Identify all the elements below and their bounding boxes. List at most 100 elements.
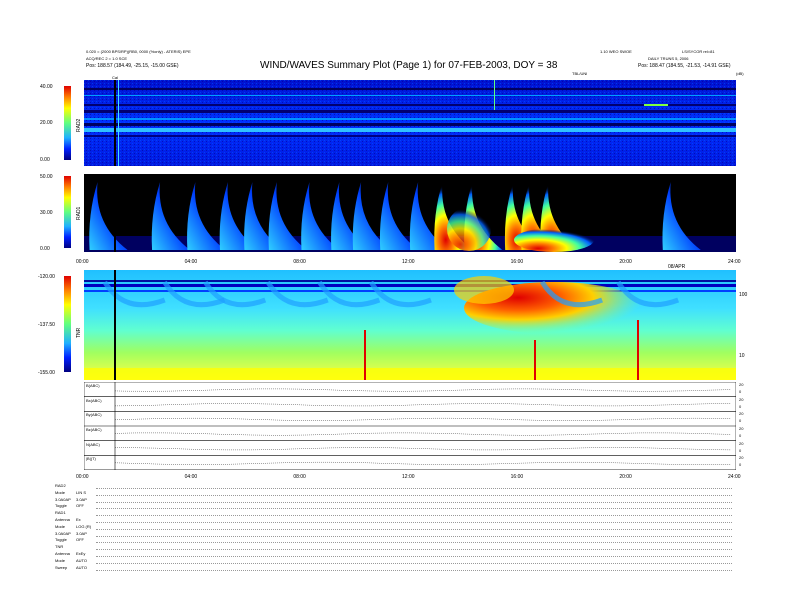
rad1-spectrogram (84, 174, 736, 252)
mag-row-label: |B|(T) (86, 456, 96, 462)
footer-key: Antenna (55, 517, 70, 522)
footer-key: TNR (55, 544, 64, 550)
footer-key: Toggle (55, 503, 67, 509)
header-right-line1: 1.10 WEO SWOE (600, 49, 632, 54)
rad1-colorbar-label: RAD1 (76, 206, 82, 220)
mag-row-right-tick: 20 (739, 382, 744, 387)
rad1-x-tag: 08/APR (668, 264, 686, 270)
mag-row-right-tick: 0 (739, 418, 742, 424)
rad2-ytick: 20.00 (40, 120, 53, 126)
rad1-ytick: 0.00 (40, 246, 50, 252)
x-tick-label: 16:00 (510, 474, 524, 480)
mag-row-right-tick: 20 (739, 440, 744, 446)
footer-key: Mode (55, 523, 66, 529)
x-tick-label: 08:00 (293, 474, 306, 480)
footer-dotted-line (96, 522, 732, 523)
x-tick-label: 24:00 (728, 259, 741, 265)
x-tick-label: 24:00 (728, 474, 741, 480)
rad1-ytick: 50.00 (40, 174, 53, 180)
footer-key: Toggle (55, 537, 67, 543)
x-tick-label: 12:00 (402, 259, 415, 265)
header-left-pos: Pos: 188.57 (184.49, -25.15, -15.00 GSE) (86, 63, 179, 69)
footer-dotted-line (96, 515, 732, 517)
x-tick-label: 08:00 (293, 259, 306, 265)
header-left-line1: 0.020 = (2000 BPS/RP)(RB0, 0000 (%only) … (86, 49, 191, 54)
footer-dotted-line (96, 528, 732, 530)
header-right-line3: DAILY TRUNS 5, 2006 (648, 56, 689, 61)
mag-row-right-tick: 0 (739, 433, 742, 438)
rad1-colorbar (64, 176, 71, 248)
mag-row-right-tick: 0 (739, 462, 742, 468)
mag-row-right-tick: 0 (739, 389, 742, 394)
footer-dotted-line (96, 494, 732, 496)
rad1-ytick: 30.00 (40, 210, 53, 216)
mag-row-right-tick: 20 (739, 411, 744, 417)
footer-value: OFF (76, 503, 84, 509)
footer-dotted-line (96, 569, 732, 571)
x-tick-label: 04:00 (184, 259, 198, 265)
rad2-colorbar-label: RAD2 (76, 118, 82, 132)
mag-row-label: N(ABC) (86, 441, 100, 447)
top-right-tag: (dB) (736, 71, 744, 76)
footer-dotted-line (96, 549, 732, 551)
header-right-pos: Pos: 188.47 (184.55, -21.53, -14.91 GSE) (638, 63, 731, 69)
footer-value: LOG (R) (76, 523, 92, 529)
top-center-tag: TBL/UNI (572, 71, 588, 76)
tnr-ytick: -137.50 (38, 322, 55, 328)
mag-row-label: B(ABC) (86, 383, 100, 388)
x-tick-label: 00:00 (76, 259, 89, 265)
footer-key: Antenna (55, 551, 70, 556)
mag-row-right-tick: 20 (739, 396, 744, 402)
tnr-ytick: -155.00 (38, 370, 55, 376)
rad2-spectrogram (84, 80, 736, 166)
footer-key: Mode (55, 489, 66, 495)
tnr-spectrogram (84, 270, 736, 380)
tnr-right-tick: 10 (739, 353, 745, 359)
footer-key: Sweep (55, 564, 68, 570)
page-title: WIND/WAVES Summary Plot (Page 1) for 07-… (260, 60, 558, 71)
mag-row-right-tick: 20 (739, 455, 744, 461)
mag-panel (84, 382, 736, 470)
mag-row-right-tick: 20 (739, 426, 744, 431)
footer-value: OFF (76, 537, 84, 543)
x-tick-label: 16:00 (510, 259, 524, 265)
x-tick-label: 12:00 (402, 474, 415, 480)
rad2-ytick: 40.00 (40, 84, 53, 90)
footer-dotted-line (96, 535, 732, 537)
footer-value: Ex (76, 517, 81, 522)
tnr-right-tick: 100 (739, 292, 748, 298)
header-left-line2: ACQ/REC 2 = 1.0 SCE (86, 56, 128, 61)
x-tick-label: 20:00 (619, 259, 632, 265)
mag-row-label: Bz(ABC) (86, 427, 102, 432)
x-tick-label: 20:00 (619, 474, 632, 480)
footer-key: RAD1 (55, 510, 66, 516)
footer-key: RAD2 (55, 483, 66, 488)
rad2-colorbar (64, 86, 71, 160)
footer-value: AUTO (76, 557, 88, 563)
footer-value: LIN S (76, 489, 87, 495)
footer-dotted-line (96, 508, 732, 510)
mag-row-label: By(ABC) (86, 412, 102, 418)
footer-dotted-line (96, 562, 732, 564)
mag-row-label: Bx(ABC) (86, 397, 102, 403)
footer-dotted-line (96, 501, 732, 503)
footer-dotted-line (96, 488, 732, 489)
footer-key: 3.0A0AP (55, 530, 71, 536)
mag-row-right-tick: 0 (739, 447, 742, 453)
footer-key: 3.0A0AP (55, 496, 71, 502)
x-tick-label: 04:00 (184, 474, 198, 480)
footer-value: AUTO (76, 564, 88, 570)
footer-key: Mode (55, 557, 66, 563)
footer-dotted-line (96, 542, 732, 544)
rad2-ytick: 0.00 (40, 157, 50, 163)
tnr-ytick: -120.00 (38, 274, 55, 280)
mag-row-right-tick: 0 (739, 403, 742, 409)
footer-dotted-line (96, 556, 732, 557)
footer-value: ExEy (76, 551, 86, 556)
tnr-colorbar-label: TNR (76, 327, 82, 338)
header-right-line2: LS/SYCOR rel=81 (682, 49, 715, 54)
tnr-colorbar (64, 276, 71, 372)
footer-value: 3.0AP (76, 530, 87, 536)
footer-value: 3.0AP (76, 496, 87, 502)
x-tick-label: 00:00 (76, 474, 89, 480)
